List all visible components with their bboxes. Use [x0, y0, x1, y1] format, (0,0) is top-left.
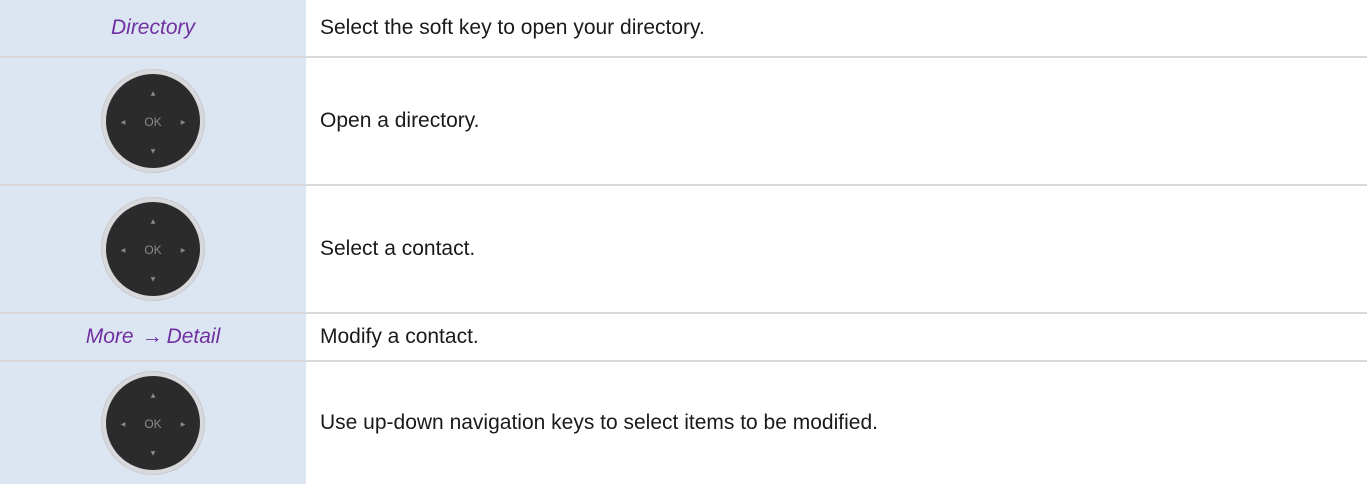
down-arrow-icon: ▼ — [151, 276, 156, 283]
right-arrow-icon: ▶ — [181, 247, 186, 254]
up-arrow-icon: ▲ — [151, 90, 156, 97]
navigation-pad-icon: OK ▲ ▼ ◀ ▶ — [101, 197, 205, 301]
more-softkey-label: More — [85, 325, 134, 348]
step-description: Select the soft key to open your directo… — [320, 16, 705, 39]
table-row: OK ▲ ▼ ◀ ▶ Open a directory. — [0, 58, 1367, 186]
step-description: Use up-down navigation keys to select it… — [320, 411, 878, 434]
table-row: Directory Select the soft key to open yo… — [0, 0, 1367, 58]
right-arrow-icon: → — [141, 325, 163, 348]
step-description-cell: Use up-down navigation keys to select it… — [306, 362, 1367, 484]
right-arrow-icon: ▶ — [181, 119, 186, 126]
instruction-table: Directory Select the soft key to open yo… — [0, 0, 1367, 484]
step-key-cell: Directory — [0, 0, 306, 56]
table-row: More → Detail Modify a contact. — [0, 314, 1367, 362]
left-arrow-icon: ◀ — [121, 421, 126, 428]
step-description: Open a directory. — [320, 109, 480, 132]
navigation-pad-icon: OK ▲ ▼ ◀ ▶ — [101, 69, 205, 173]
up-arrow-icon: ▲ — [151, 392, 156, 399]
step-description-cell: Open a directory. — [306, 58, 1367, 184]
down-arrow-icon: ▼ — [151, 148, 156, 155]
step-description: Modify a contact. — [320, 325, 479, 348]
ok-label: OK — [144, 417, 161, 431]
step-key-cell: More → Detail — [0, 314, 306, 360]
ok-label: OK — [144, 243, 161, 257]
directory-softkey-label: Directory — [110, 16, 195, 39]
step-key-cell: OK ▲ ▼ ◀ ▶ — [0, 58, 306, 184]
step-description-cell: Modify a contact. — [306, 314, 1367, 360]
navigation-pad-icon: OK ▲ ▼ ◀ ▶ — [101, 371, 205, 475]
down-arrow-icon: ▼ — [151, 450, 156, 457]
step-description-cell: Select the soft key to open your directo… — [306, 0, 1367, 56]
step-description: Select a contact. — [320, 237, 476, 260]
table-row: OK ▲ ▼ ◀ ▶ Select a contact. — [0, 186, 1367, 314]
detail-softkey-label: Detail — [166, 325, 221, 348]
left-arrow-icon: ◀ — [121, 247, 126, 254]
left-arrow-icon: ◀ — [121, 119, 126, 126]
ok-label: OK — [144, 115, 161, 129]
right-arrow-icon: ▶ — [181, 421, 186, 428]
step-key-cell: OK ▲ ▼ ◀ ▶ — [0, 362, 306, 484]
step-key-cell: OK ▲ ▼ ◀ ▶ — [0, 186, 306, 312]
table-row: OK ▲ ▼ ◀ ▶ Use up-down navigation keys t… — [0, 362, 1367, 484]
step-description-cell: Select a contact. — [306, 186, 1367, 312]
up-arrow-icon: ▲ — [151, 218, 156, 225]
